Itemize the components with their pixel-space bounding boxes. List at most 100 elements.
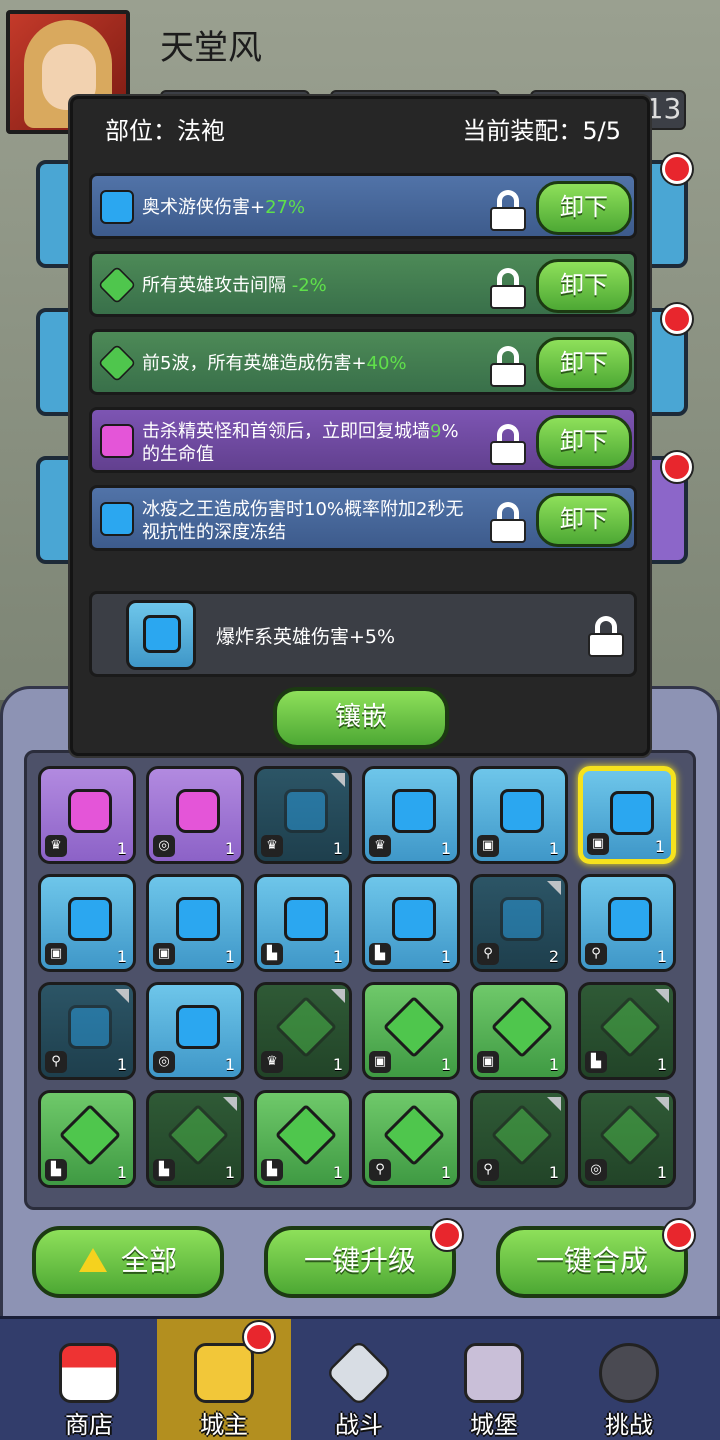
purple-gem-icon [100,424,134,458]
gem-effect-text: 奥术游侠伤害+27% [142,197,306,218]
gem-count: 1 [224,1163,235,1182]
slot-type-icon: ♛ [261,835,283,857]
gem-count: 1 [656,947,667,966]
gem-count: 1 [116,947,127,966]
gem-count: 1 [548,1163,559,1182]
slot-type-icon: ♛ [45,835,67,857]
nav-battle[interactable]: 战斗 [292,1319,426,1440]
inventory-gem-cell[interactable]: ▣ 1 [362,982,460,1080]
inventory-gem-cell[interactable]: ▙ 1 [254,1090,352,1188]
inlay-button[interactable]: 镶嵌 [273,687,449,749]
unlock-icon[interactable] [490,424,528,465]
unlock-icon[interactable] [490,268,528,309]
slot-type-icon: ▙ [261,943,283,965]
unequip-button[interactable]: 卸下 [536,181,632,235]
one-click-merge-button[interactable]: 一键合成 [496,1226,688,1298]
green-gem-icon [58,1103,122,1167]
nav-challenge[interactable]: 挑战 [562,1319,696,1440]
inventory-gem-cell[interactable]: ♛ 1 [38,766,136,864]
gem-count: 1 [224,839,235,858]
unlock-icon[interactable] [490,502,528,543]
slot-type-icon: ⚲ [45,1051,67,1073]
unequip-button[interactable]: 卸下 [536,493,632,547]
inventory-gem-cell[interactable]: ◎ 1 [578,1090,676,1188]
inventory-gem-cell[interactable]: ▙ 1 [38,1090,136,1188]
gem-count: 1 [332,839,343,858]
inventory-gem-cell[interactable]: ▙ 1 [146,1090,244,1188]
slot-type-icon: ⚲ [477,943,499,965]
filter-all-button[interactable]: 全部 [32,1226,224,1298]
inventory-gem-cell[interactable]: ▙ 1 [362,874,460,972]
purple-gem-icon [176,789,220,833]
gem-count: 1 [332,1055,343,1074]
unlock-icon[interactable] [588,616,626,657]
unlock-icon[interactable] [490,190,528,231]
unlock-icon[interactable] [490,346,528,387]
green-gem-icon [166,1103,230,1167]
unequip-button[interactable]: 卸下 [536,415,632,469]
inventory-gem-cell[interactable]: ▣ 1 [470,982,568,1080]
slot-type-icon: ▙ [369,943,391,965]
gem-count: 1 [548,839,559,858]
inventory-gem-cell[interactable]: ⚲ 1 [470,1090,568,1188]
inventory-gem-cell[interactable]: ⚲ 1 [38,982,136,1080]
inventory-gem-cell[interactable]: ⚲ 1 [362,1090,460,1188]
nav-lord-label: 城主 [200,1411,248,1439]
one-click-upgrade-button[interactable]: 一键升级 [264,1226,456,1298]
gem-count: 1 [116,839,127,858]
blue-gem-icon [608,897,652,941]
notification-dot [244,1322,274,1352]
gem-effect-text: 击杀精英怪和首领后，立即回复城墙9%的生命值 [142,421,459,465]
blue-gem-icon [610,791,654,835]
slot-type-icon: ⚲ [477,1159,499,1181]
purple-gem-icon [68,789,112,833]
inventory-gem-cell[interactable]: ▙ 1 [254,874,352,972]
slot-type-icon: ▙ [261,1159,283,1181]
inventory-gem-cell[interactable]: ♛ 1 [254,766,352,864]
inventory-gem-cell[interactable]: ♛ 1 [362,766,460,864]
shop-icon [59,1343,119,1403]
green-gem-icon [382,995,446,1059]
preview-effect-text: 爆炸系英雄伤害+5% [216,626,396,648]
green-gem-icon [598,1103,662,1167]
green-gem-icon [490,995,554,1059]
inventory-gem-cell[interactable]: ♛ 1 [254,982,352,1080]
inventory-gem-cell[interactable]: ▣ 1 [470,766,568,864]
locked-corner-icon [547,1097,561,1111]
inventory-gem-cell[interactable]: ◎ 1 [146,766,244,864]
unequip-button[interactable]: 卸下 [536,259,632,313]
green-gem-icon [274,995,338,1059]
gem-count: 1 [116,1163,127,1182]
locked-corner-icon [655,989,669,1003]
gem-count: 1 [440,1055,451,1074]
gem-effect-text: 冰疫之王造成伤害时10%概率附加2秒无视抗性的深度冻结 [142,499,464,543]
unequip-button[interactable]: 卸下 [536,337,632,391]
inventory-gem-cell[interactable]: ▣ 1 [146,874,244,972]
inventory-gem-cell[interactable]: ▣ 1 [578,766,676,864]
equipped-gem-row: 击杀精英怪和首领后，立即回复城墙9%的生命值 卸下 [89,407,637,473]
filter-all-label: 全部 [120,1244,177,1277]
green-gem-icon [97,265,137,305]
inventory-gem-cell[interactable]: ⚲ 2 [470,874,568,972]
blue-gem-icon [500,897,544,941]
locked-corner-icon [115,989,129,1003]
locked-corner-icon [223,1097,237,1111]
gem-effect-text: 前5波，所有英雄造成伤害+40% [142,353,407,374]
notification-dot [662,452,692,482]
nav-shop[interactable]: 商店 [22,1319,156,1440]
green-gem-icon [382,1103,446,1167]
slot-type-icon: ♛ [261,1051,283,1073]
preview-gem-slot [126,600,196,670]
slot-type-icon: ▣ [477,835,499,857]
inventory-gem-cell[interactable]: ⚲ 1 [578,874,676,972]
inventory-gem-cell[interactable]: ▙ 1 [578,982,676,1080]
triangle-icon [78,1248,107,1272]
inventory-gem-cell[interactable]: ◎ 1 [146,982,244,1080]
locked-corner-icon [331,773,345,787]
inventory-gem-cell[interactable]: ▣ 1 [38,874,136,972]
castle-icon [464,1343,524,1403]
nav-castle[interactable]: 城堡 [427,1319,561,1440]
notification-dot [662,154,692,184]
green-swirl-gem-icon [97,343,137,383]
gem-count: 1 [548,1055,559,1074]
